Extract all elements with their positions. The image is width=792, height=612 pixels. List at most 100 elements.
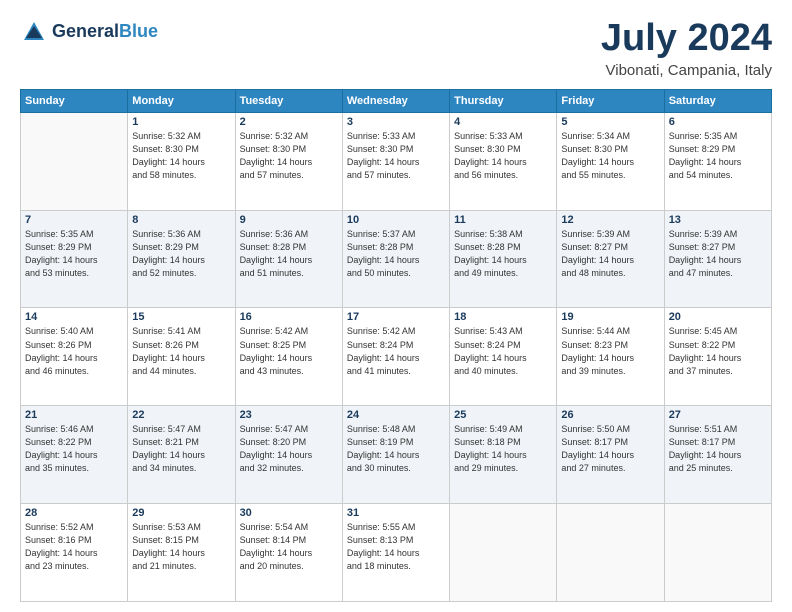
day-number: 27 — [669, 409, 767, 421]
calendar-cell: 16 Sunrise: 5:42 AM Sunset: 8:25 PM Dayli… — [235, 308, 342, 406]
day-info: Sunrise: 5:33 AM Sunset: 8:30 PM Dayligh… — [454, 130, 552, 182]
day-info: Sunrise: 5:43 AM Sunset: 8:24 PM Dayligh… — [454, 325, 552, 377]
calendar-cell: 11Sunrise: 5:38 AM Sunset: 8:28 PM Dayli… — [450, 210, 557, 308]
calendar-cell: 8 Sunrise: 5:36 AM Sunset: 8:29 PM Daylig… — [128, 210, 235, 308]
day-info: Sunrise: 5:50 AM Sunset: 8:17 PM Dayligh… — [561, 423, 659, 475]
day-info: Sunrise: 5:44 AM Sunset: 8:23 PM Dayligh… — [561, 325, 659, 377]
day-number: 9 — [240, 214, 338, 226]
day-number: 28 — [25, 507, 123, 519]
calendar-week-2: 7 Sunrise: 5:35 AM Sunset: 8:29 PM Daylig… — [21, 210, 772, 308]
calendar-cell: 22 Sunrise: 5:47 AM Sunset: 8:21 PM Dayli… — [128, 406, 235, 504]
page: GeneralBlue July 2024 Vibonati, Campania… — [0, 0, 792, 612]
calendar-cell: 3Sunrise: 5:33 AM Sunset: 8:30 PM Daylig… — [342, 112, 449, 210]
calendar-cell: 27Sunrise: 5:51 AM Sunset: 8:17 PM Dayli… — [664, 406, 771, 504]
calendar-cell: 29 Sunrise: 5:53 AM Sunset: 8:15 PM Dayli… — [128, 504, 235, 602]
day-info: Sunrise: 5:32 AM Sunset: 8:30 PM Dayligh… — [132, 130, 230, 182]
day-info: Sunrise: 5:45 AM Sunset: 8:22 PM Dayligh… — [669, 325, 767, 377]
location-title: Vibonati, Campania, Italy — [601, 62, 772, 79]
day-info: Sunrise: 5:53 AM Sunset: 8:15 PM Dayligh… — [132, 521, 230, 573]
calendar: SundayMondayTuesdayWednesdayThursdayFrid… — [20, 89, 772, 602]
calendar-cell: 9Sunrise: 5:36 AM Sunset: 8:28 PM Daylig… — [235, 210, 342, 308]
day-number: 31 — [347, 507, 445, 519]
day-number: 20 — [669, 311, 767, 323]
calendar-cell — [557, 504, 664, 602]
weekday-header-sunday: Sunday — [21, 89, 128, 112]
logo-text-line1: GeneralBlue — [52, 22, 158, 42]
day-number: 21 — [25, 409, 123, 421]
day-info: Sunrise: 5:46 AM Sunset: 8:22 PM Dayligh… — [25, 423, 123, 475]
day-info: Sunrise: 5:41 AM Sunset: 8:26 PM Dayligh… — [132, 325, 230, 377]
day-info: Sunrise: 5:55 AM Sunset: 8:13 PM Dayligh… — [347, 521, 445, 573]
weekday-header-row: SundayMondayTuesdayWednesdayThursdayFrid… — [21, 89, 772, 112]
day-number: 30 — [240, 507, 338, 519]
calendar-cell: 6 Sunrise: 5:35 AM Sunset: 8:29 PM Daylig… — [664, 112, 771, 210]
day-number: 7 — [25, 214, 123, 226]
day-number: 6 — [669, 116, 767, 128]
day-number: 8 — [132, 214, 230, 226]
day-number: 17 — [347, 311, 445, 323]
day-number: 16 — [240, 311, 338, 323]
weekday-header-friday: Friday — [557, 89, 664, 112]
calendar-cell: 30 Sunrise: 5:54 AM Sunset: 8:14 PM Dayli… — [235, 504, 342, 602]
calendar-cell: 13Sunrise: 5:39 AM Sunset: 8:27 PM Dayli… — [664, 210, 771, 308]
header: GeneralBlue July 2024 Vibonati, Campania… — [20, 18, 772, 79]
calendar-cell — [450, 504, 557, 602]
calendar-cell: 17 Sunrise: 5:42 AM Sunset: 8:24 PM Dayli… — [342, 308, 449, 406]
day-info: Sunrise: 5:42 AM Sunset: 8:25 PM Dayligh… — [240, 325, 338, 377]
day-info: Sunrise: 5:35 AM Sunset: 8:29 PM Dayligh… — [669, 130, 767, 182]
logo-icon — [20, 18, 48, 46]
day-info: Sunrise: 5:34 AM Sunset: 8:30 PM Dayligh… — [561, 130, 659, 182]
day-number: 26 — [561, 409, 659, 421]
weekday-header-thursday: Thursday — [450, 89, 557, 112]
day-info: Sunrise: 5:35 AM Sunset: 8:29 PM Dayligh… — [25, 228, 123, 280]
day-number: 29 — [132, 507, 230, 519]
calendar-cell: 21 Sunrise: 5:46 AM Sunset: 8:22 PM Dayli… — [21, 406, 128, 504]
day-info: Sunrise: 5:39 AM Sunset: 8:27 PM Dayligh… — [561, 228, 659, 280]
day-info: Sunrise: 5:47 AM Sunset: 8:21 PM Dayligh… — [132, 423, 230, 475]
day-number: 5 — [561, 116, 659, 128]
calendar-week-1: 1 Sunrise: 5:32 AM Sunset: 8:30 PM Daylig… — [21, 112, 772, 210]
weekday-header-saturday: Saturday — [664, 89, 771, 112]
calendar-cell: 25Sunrise: 5:49 AM Sunset: 8:18 PM Dayli… — [450, 406, 557, 504]
day-number: 25 — [454, 409, 552, 421]
calendar-cell — [21, 112, 128, 210]
calendar-cell: 28Sunrise: 5:52 AM Sunset: 8:16 PM Dayli… — [21, 504, 128, 602]
day-number: 11 — [454, 214, 552, 226]
calendar-cell: 12 Sunrise: 5:39 AM Sunset: 8:27 PM Dayli… — [557, 210, 664, 308]
calendar-cell: 1 Sunrise: 5:32 AM Sunset: 8:30 PM Daylig… — [128, 112, 235, 210]
day-number: 22 — [132, 409, 230, 421]
calendar-cell: 19 Sunrise: 5:44 AM Sunset: 8:23 PM Dayli… — [557, 308, 664, 406]
title-block: July 2024 Vibonati, Campania, Italy — [601, 18, 772, 79]
calendar-cell: 31 Sunrise: 5:55 AM Sunset: 8:13 PM Dayli… — [342, 504, 449, 602]
day-number: 19 — [561, 311, 659, 323]
calendar-cell: 2 Sunrise: 5:32 AM Sunset: 8:30 PM Daylig… — [235, 112, 342, 210]
logo: GeneralBlue — [20, 18, 158, 46]
calendar-cell: 18 Sunrise: 5:43 AM Sunset: 8:24 PM Dayli… — [450, 308, 557, 406]
calendar-cell: 5 Sunrise: 5:34 AM Sunset: 8:30 PM Daylig… — [557, 112, 664, 210]
day-number: 23 — [240, 409, 338, 421]
day-info: Sunrise: 5:54 AM Sunset: 8:14 PM Dayligh… — [240, 521, 338, 573]
day-number: 14 — [25, 311, 123, 323]
day-info: Sunrise: 5:32 AM Sunset: 8:30 PM Dayligh… — [240, 130, 338, 182]
calendar-cell: 23Sunrise: 5:47 AM Sunset: 8:20 PM Dayli… — [235, 406, 342, 504]
calendar-cell: 10Sunrise: 5:37 AM Sunset: 8:28 PM Dayli… — [342, 210, 449, 308]
calendar-week-4: 21 Sunrise: 5:46 AM Sunset: 8:22 PM Dayli… — [21, 406, 772, 504]
calendar-cell: 7 Sunrise: 5:35 AM Sunset: 8:29 PM Daylig… — [21, 210, 128, 308]
day-number: 1 — [132, 116, 230, 128]
calendar-cell: 15 Sunrise: 5:41 AM Sunset: 8:26 PM Dayli… — [128, 308, 235, 406]
day-info: Sunrise: 5:42 AM Sunset: 8:24 PM Dayligh… — [347, 325, 445, 377]
calendar-cell: 24Sunrise: 5:48 AM Sunset: 8:19 PM Dayli… — [342, 406, 449, 504]
day-number: 2 — [240, 116, 338, 128]
day-number: 18 — [454, 311, 552, 323]
calendar-cell: 20 Sunrise: 5:45 AM Sunset: 8:22 PM Dayli… — [664, 308, 771, 406]
day-number: 15 — [132, 311, 230, 323]
weekday-header-tuesday: Tuesday — [235, 89, 342, 112]
weekday-header-wednesday: Wednesday — [342, 89, 449, 112]
weekday-header-monday: Monday — [128, 89, 235, 112]
day-number: 4 — [454, 116, 552, 128]
day-info: Sunrise: 5:39 AM Sunset: 8:27 PM Dayligh… — [669, 228, 767, 280]
day-info: Sunrise: 5:36 AM Sunset: 8:29 PM Dayligh… — [132, 228, 230, 280]
calendar-cell: 4 Sunrise: 5:33 AM Sunset: 8:30 PM Daylig… — [450, 112, 557, 210]
day-number: 12 — [561, 214, 659, 226]
day-number: 3 — [347, 116, 445, 128]
